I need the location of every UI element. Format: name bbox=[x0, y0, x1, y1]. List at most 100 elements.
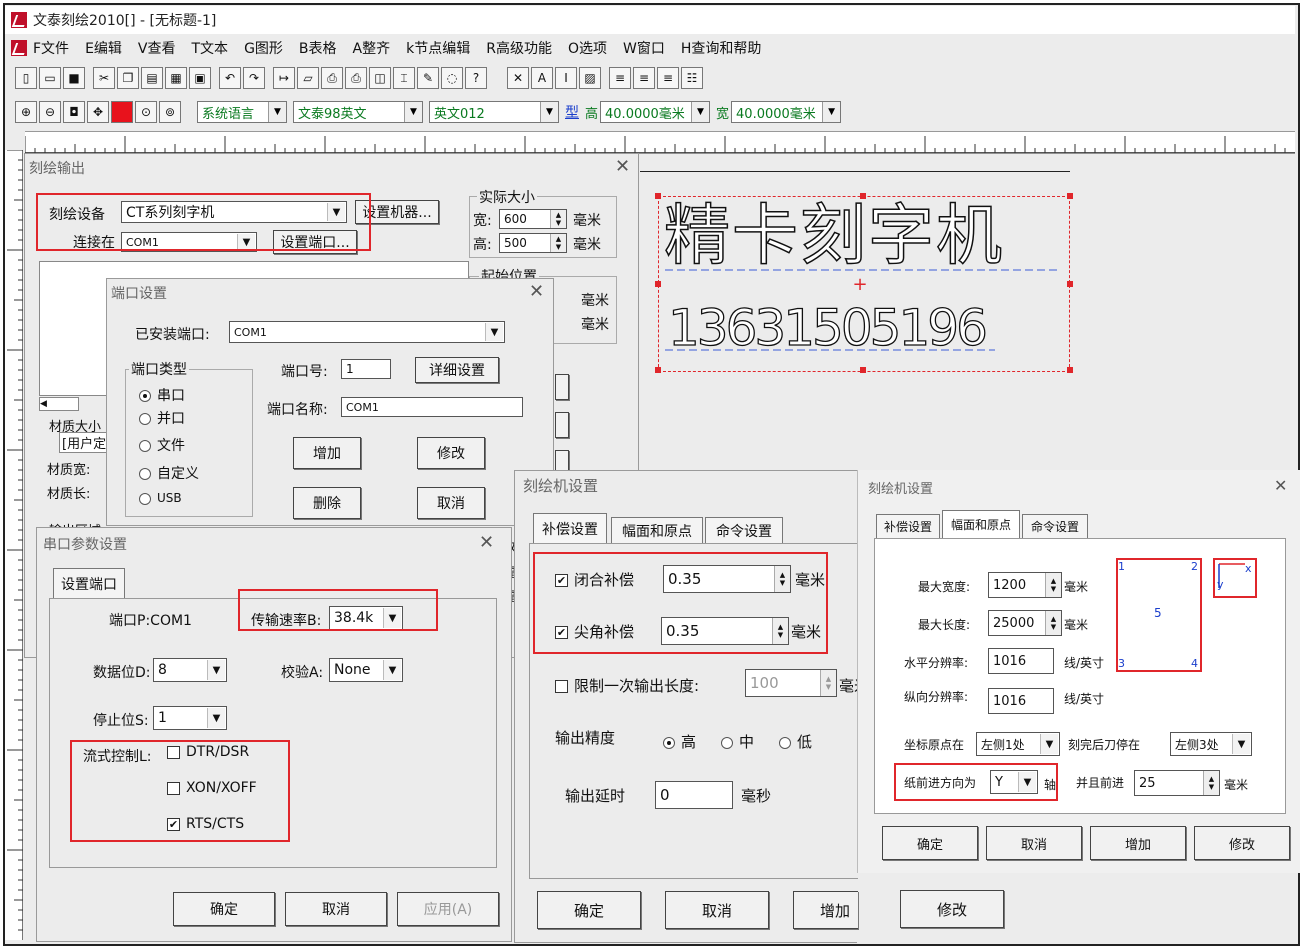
delete-button[interactable]: 删除 bbox=[293, 487, 361, 519]
menu-graphics[interactable]: G图形 bbox=[244, 38, 283, 58]
close-icon[interactable]: ✕ bbox=[615, 156, 630, 177]
output-icon[interactable]: ↦ bbox=[273, 67, 295, 89]
menu-options[interactable]: O选项 bbox=[568, 38, 607, 58]
language-select[interactable]: 系统语言 ▼ bbox=[197, 101, 287, 123]
radio-file[interactable]: 文件 bbox=[139, 435, 185, 455]
color-icon[interactable] bbox=[111, 101, 133, 123]
add-button[interactable]: 增加 bbox=[1090, 826, 1186, 860]
menu-edit[interactable]: E编辑 bbox=[85, 38, 122, 58]
advance-input[interactable]: 25 ▲ ▼ bbox=[1134, 770, 1220, 796]
menu-text[interactable]: T文本 bbox=[192, 38, 229, 58]
font2-select[interactable]: 英文012 ▼ bbox=[429, 101, 559, 123]
cut-icon[interactable]: ✂ bbox=[93, 67, 115, 89]
precision-high-radio[interactable]: 高 bbox=[663, 731, 696, 752]
undo-icon[interactable]: ↶ bbox=[219, 67, 241, 89]
bulb-icon[interactable]: ◌ bbox=[441, 67, 463, 89]
cancel-button[interactable]: 取消 bbox=[285, 892, 387, 926]
radio-custom[interactable]: 自定义 bbox=[139, 463, 199, 483]
image-icon[interactable]: ▦ bbox=[165, 67, 187, 89]
precision-low-radio[interactable]: 低 bbox=[779, 731, 812, 752]
print-icon[interactable]: ⎙ bbox=[321, 67, 343, 89]
parity-select[interactable]: None ▼ bbox=[329, 658, 403, 682]
width-select[interactable]: 40.0000毫米 ▼ bbox=[731, 101, 842, 123]
modify-button[interactable]: 修改 bbox=[1194, 826, 1290, 860]
modify-button[interactable]: 修改 bbox=[900, 890, 1004, 928]
ok-button[interactable]: 确定 bbox=[173, 892, 275, 926]
height-select[interactable]: 40.0000毫米 ▼ bbox=[600, 101, 711, 123]
font-select[interactable]: 文泰98英文 ▼ bbox=[293, 101, 423, 123]
close-icon[interactable]: ✕ bbox=[529, 281, 544, 302]
type-label[interactable]: 型 bbox=[565, 102, 579, 122]
port-name-input[interactable]: COM1 bbox=[341, 397, 523, 417]
canvas-text-line2[interactable]: 13631505196 bbox=[667, 298, 988, 358]
close-icon[interactable]: ✕ bbox=[479, 532, 494, 553]
max-width-input[interactable]: 1200 ▲ ▼ bbox=[988, 572, 1062, 598]
paste-icon[interactable]: ▤ bbox=[141, 67, 163, 89]
modify-button[interactable]: 修改 bbox=[417, 437, 485, 469]
add-button[interactable]: 增加 bbox=[293, 437, 361, 469]
save-icon[interactable]: ■ bbox=[63, 67, 85, 89]
zoom-out-icon[interactable]: ⊖ bbox=[39, 101, 61, 123]
zoom-all-icon[interactable]: ⊚ bbox=[159, 101, 181, 123]
text-effect-icon[interactable]: ✕ bbox=[507, 67, 529, 89]
menu-help[interactable]: H查询和帮助 bbox=[681, 38, 762, 58]
add-button[interactable]: 增加 bbox=[793, 891, 858, 929]
height-input[interactable]: 500 ▲ ▼ bbox=[499, 233, 567, 253]
copy-icon[interactable]: ❐ bbox=[117, 67, 139, 89]
clone-icon[interactable]: ▣ bbox=[189, 67, 211, 89]
limit-length-checkbox[interactable]: 限制一次输出长度: bbox=[555, 675, 699, 696]
cancel-button[interactable]: 取消 bbox=[986, 826, 1082, 860]
italic-icon[interactable]: I bbox=[555, 67, 577, 89]
delay-input[interactable]: 0 bbox=[655, 781, 733, 809]
radio-usb[interactable]: USB bbox=[139, 491, 182, 505]
tab2-size-origin[interactable]: 幅面和原点 bbox=[942, 510, 1020, 538]
origin-select[interactable]: 左侧1处 ▼ bbox=[976, 732, 1060, 756]
max-length-input[interactable]: 25000 ▲ ▼ bbox=[988, 610, 1062, 636]
text-edit-icon[interactable]: ▨ bbox=[579, 67, 601, 89]
print-preview-icon[interactable]: ⎙ bbox=[345, 67, 367, 89]
pan-icon[interactable]: ✥ bbox=[87, 101, 109, 123]
zoom-in-icon[interactable]: ⊕ bbox=[15, 101, 37, 123]
menu-advanced[interactable]: R高级功能 bbox=[486, 38, 552, 58]
canvas-text-line1[interactable]: 精卡刻字机 bbox=[663, 197, 1004, 275]
menu-align[interactable]: A整齐 bbox=[353, 38, 391, 58]
ok-button[interactable]: 确定 bbox=[882, 826, 978, 860]
menu-view[interactable]: V查看 bbox=[138, 38, 176, 58]
tab-compensation[interactable]: 补偿设置 bbox=[533, 513, 607, 543]
frame-icon[interactable]: ⌶ bbox=[393, 67, 415, 89]
menu-node-edit[interactable]: k节点编辑 bbox=[406, 38, 470, 58]
ok-button[interactable]: 确定 bbox=[537, 891, 641, 929]
data-bits-select[interactable]: 8 ▼ bbox=[153, 658, 227, 682]
zoom-fit-icon[interactable]: ⊙ bbox=[135, 101, 157, 123]
port-no-input[interactable]: 1 bbox=[341, 359, 391, 379]
zoom-page-icon[interactable]: ◫ bbox=[369, 67, 391, 89]
radio-serial[interactable]: 串口 bbox=[139, 385, 185, 405]
close-icon[interactable]: ✕ bbox=[1274, 476, 1287, 495]
cancel-button[interactable]: 取消 bbox=[665, 891, 769, 929]
align-justify-icon[interactable]: ☷ bbox=[681, 67, 703, 89]
width-input[interactable]: 600 ▲ ▼ bbox=[499, 209, 567, 229]
tab-commands[interactable]: 命令设置 bbox=[705, 517, 783, 543]
text-box-icon[interactable]: A bbox=[531, 67, 553, 89]
limit-length-input[interactable]: 100 ▲ ▼ bbox=[745, 669, 837, 697]
align-right-icon[interactable]: ≡ bbox=[657, 67, 679, 89]
precision-mid-radio[interactable]: 中 bbox=[721, 731, 754, 752]
open-icon[interactable]: ▭ bbox=[39, 67, 61, 89]
align-center-icon[interactable]: ≡ bbox=[633, 67, 655, 89]
zoom-select-icon[interactable]: ◘ bbox=[63, 101, 85, 123]
tab2-commands[interactable]: 命令设置 bbox=[1022, 514, 1088, 538]
tab-size-origin[interactable]: 幅面和原点 bbox=[611, 517, 703, 543]
menu-window[interactable]: W窗口 bbox=[623, 38, 665, 58]
tab2-compensation[interactable]: 补偿设置 bbox=[876, 514, 940, 538]
apply-button[interactable]: 应用(A) bbox=[397, 892, 499, 926]
detail-settings-button[interactable]: 详细设置 bbox=[415, 357, 499, 383]
menu-file[interactable]: F文件 bbox=[33, 38, 69, 58]
user-defined-select[interactable]: [用户定 bbox=[59, 432, 110, 453]
hres-input[interactable]: 1016 bbox=[988, 648, 1054, 674]
new-icon[interactable]: ▯ bbox=[15, 67, 37, 89]
help-icon[interactable]: ? bbox=[465, 67, 487, 89]
side-button-2[interactable] bbox=[555, 412, 569, 438]
italic-frame-icon[interactable]: ▱ bbox=[297, 67, 319, 89]
menu-table[interactable]: B表格 bbox=[299, 38, 337, 58]
redo-icon[interactable]: ↷ bbox=[243, 67, 265, 89]
